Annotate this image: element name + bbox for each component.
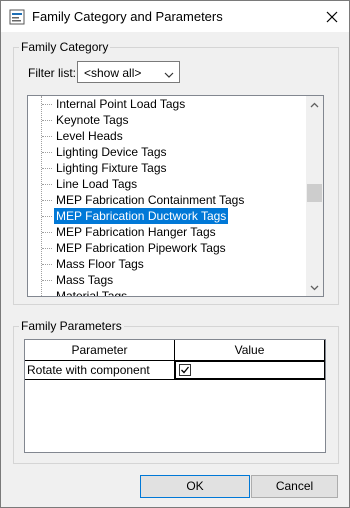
chevron-up-icon: [310, 102, 319, 107]
tree-connector-branch: [42, 120, 52, 121]
tree-connector-branch: [42, 152, 52, 153]
list-item[interactable]: Line Load Tags: [54, 176, 139, 192]
category-tree-list[interactable]: Internal Point Load Tags Keynote Tags Leve…: [27, 95, 324, 297]
parameters-grid: Parameter Value Rotate with component: [24, 339, 326, 453]
scrollbar-thumb[interactable]: [307, 184, 322, 202]
column-header-parameter[interactable]: Parameter: [25, 340, 175, 360]
table-row: Rotate with component: [25, 361, 325, 380]
close-button[interactable]: [315, 1, 349, 32]
family-category-dialog: Family Category and Parameters Family Ca…: [0, 0, 350, 508]
list-item-selected[interactable]: MEP Fabrication Ductwork Tags: [54, 208, 229, 224]
title-bar: Family Category and Parameters: [1, 1, 349, 32]
tree-connector-branch: [42, 136, 52, 137]
rotate-with-component-checkbox[interactable]: [179, 364, 191, 376]
filter-list-value: <show all>: [84, 66, 142, 80]
tree-connector-branch: [42, 200, 52, 201]
tree-connector-branch: [42, 184, 52, 185]
family-category-caption: Family Category: [19, 40, 111, 54]
list-item[interactable]: MEP Fabrication Pipework Tags: [54, 240, 228, 256]
list-item[interactable]: Mass Floor Tags: [54, 256, 146, 272]
column-header-value[interactable]: Value: [175, 340, 325, 360]
close-icon: [326, 11, 338, 22]
scroll-down-button[interactable]: [306, 279, 323, 296]
filter-list-dropdown[interactable]: <show all>: [77, 61, 180, 83]
tree-connector-branch: [42, 232, 52, 233]
tree-connector-branch: [42, 168, 52, 169]
list-item[interactable]: Level Heads: [54, 128, 125, 144]
tree-connector-line: [41, 96, 42, 296]
scroll-up-button[interactable]: [306, 96, 323, 113]
tree-connector-branch: [42, 248, 52, 249]
grid-header: Parameter Value: [25, 340, 325, 361]
parameter-cell: Rotate with component: [25, 361, 175, 379]
list-item[interactable]: Lighting Fixture Tags: [54, 160, 169, 176]
tree-connector-branch: [42, 280, 52, 281]
filter-list-label: Filter list:: [28, 66, 76, 80]
tree-connector-branch: [42, 216, 52, 217]
chevron-down-icon: [164, 68, 174, 78]
cancel-button[interactable]: Cancel: [251, 475, 338, 498]
revit-family-icon: [9, 9, 25, 25]
family-parameters-caption: Family Parameters: [19, 319, 124, 333]
vertical-scrollbar[interactable]: [306, 96, 323, 296]
checkmark-icon: [181, 366, 190, 374]
list-item[interactable]: Material Tags: [54, 288, 129, 296]
value-cell[interactable]: [175, 361, 325, 379]
window-title: Family Category and Parameters: [32, 9, 223, 24]
list-item[interactable]: Lighting Device Tags: [54, 144, 169, 160]
list-item[interactable]: MEP Fabrication Hanger Tags: [54, 224, 218, 240]
list-item[interactable]: Keynote Tags: [54, 112, 131, 128]
chevron-down-icon: [310, 285, 319, 290]
tree-connector-branch: [42, 264, 52, 265]
tree-connector-branch: [42, 104, 52, 105]
ok-button[interactable]: OK: [140, 475, 250, 498]
list-item[interactable]: MEP Fabrication Containment Tags: [54, 192, 246, 208]
list-item[interactable]: Internal Point Load Tags: [54, 96, 187, 112]
list-item[interactable]: Mass Tags: [54, 272, 115, 288]
tree-connector-branch: [42, 296, 52, 297]
